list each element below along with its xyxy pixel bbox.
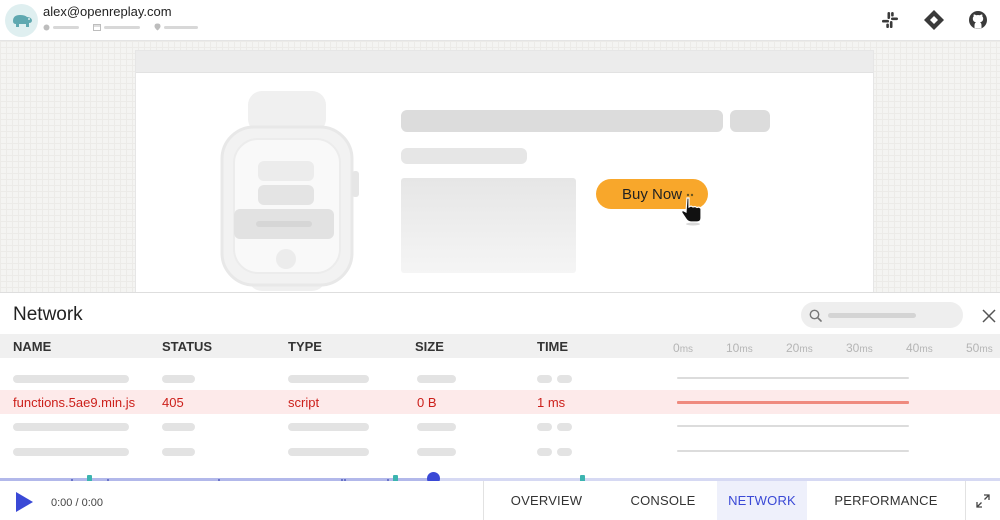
user-email: alex@openreplay.com xyxy=(43,4,172,19)
cell-placeholder xyxy=(13,448,129,456)
slack-icon xyxy=(882,12,898,28)
browser-icon xyxy=(43,24,50,30)
meta-placeholder xyxy=(104,25,140,29)
network-panel-title: Network xyxy=(13,304,83,325)
table-row-error[interactable]: functions.5ae9.min.js 405 script 0 B 1 m… xyxy=(0,390,1000,414)
fullscreen-button[interactable] xyxy=(965,481,1000,520)
tab-overview[interactable]: OVERVIEW xyxy=(484,481,609,520)
cell-placeholder xyxy=(162,423,195,431)
meta-placeholder xyxy=(164,25,198,29)
cell-placeholder xyxy=(417,448,456,456)
cell-placeholder xyxy=(288,375,369,383)
waterfall-bar xyxy=(677,377,909,379)
meta-placeholder xyxy=(53,25,79,29)
column-header-time[interactable]: TIME xyxy=(537,339,568,354)
cell-placeholder xyxy=(537,448,552,456)
cell-placeholder xyxy=(417,423,456,431)
integration-icons xyxy=(878,8,990,32)
meta-location xyxy=(154,23,198,31)
column-header-size[interactable]: SIZE xyxy=(415,339,444,354)
session-header: alex@openreplay.com xyxy=(0,0,1000,41)
session-replay-app: alex@openreplay.com Buy Now Network NAME… xyxy=(0,0,1000,520)
table-row[interactable] xyxy=(0,439,1000,463)
product-image-placeholder xyxy=(401,178,576,273)
github-icon xyxy=(969,11,987,29)
cell-placeholder xyxy=(537,423,552,431)
expand-icon xyxy=(976,493,990,508)
tab-network[interactable]: NETWORK xyxy=(717,481,807,520)
waterfall-tick: 30ms xyxy=(846,341,873,355)
play-icon xyxy=(16,492,33,512)
search-placeholder-bar xyxy=(828,312,916,318)
session-meta xyxy=(43,23,198,31)
waterfall-tick: 20ms xyxy=(786,341,813,355)
column-header-status[interactable]: STATUS xyxy=(162,339,212,354)
column-header-name[interactable]: NAME xyxy=(13,339,51,354)
product-badge-placeholder xyxy=(730,110,770,132)
request-type: script xyxy=(288,395,320,410)
network-search-input[interactable] xyxy=(801,302,963,328)
cell-placeholder xyxy=(537,375,552,383)
replay-page-frame: Buy Now xyxy=(135,50,874,300)
cell-placeholder xyxy=(557,375,572,383)
waterfall-bar xyxy=(677,450,909,452)
playback-time: 0:00 / 0:00 xyxy=(51,497,103,509)
location-pin-icon xyxy=(154,23,161,31)
replay-stage: Buy Now xyxy=(0,41,1000,300)
cell-placeholder xyxy=(13,375,129,383)
waterfall-tick: 10ms xyxy=(726,341,753,355)
close-icon[interactable] xyxy=(980,307,998,325)
network-panel: Network NAME STATUS TYPE SIZE TIME 0ms 1… xyxy=(0,292,1000,478)
column-header-type[interactable]: TYPE xyxy=(288,339,322,354)
table-row[interactable] xyxy=(0,414,1000,438)
waterfall-bar xyxy=(677,425,909,427)
network-table-header: NAME STATUS TYPE SIZE TIME 0ms 10ms 20ms… xyxy=(0,334,1000,358)
waterfall-bar-error xyxy=(677,401,909,404)
request-time: 1 ms xyxy=(537,395,566,410)
waterfall-tick: 40ms xyxy=(906,341,933,355)
page-topbar-placeholder xyxy=(136,51,873,73)
cell-placeholder xyxy=(13,423,129,431)
request-name: functions.5ae9.min.js xyxy=(13,395,136,410)
window-icon xyxy=(93,23,101,31)
smartwatch-illustration xyxy=(220,91,359,291)
jira-button[interactable] xyxy=(922,8,946,32)
slack-button[interactable] xyxy=(878,8,902,32)
cell-placeholder xyxy=(162,375,195,383)
cell-placeholder xyxy=(288,423,369,431)
cell-placeholder xyxy=(417,375,456,383)
request-size: 0 B xyxy=(417,395,437,410)
player-controls: 0:00 / 0:00 OVERVIEW CONSOLE NETWORK PER… xyxy=(0,481,1000,520)
meta-os xyxy=(93,23,140,31)
product-price-placeholder xyxy=(401,148,527,164)
meta-browser xyxy=(43,24,79,31)
click-cursor-icon xyxy=(681,193,702,226)
devtools-tabs: OVERVIEW CONSOLE NETWORK PERFORMANCE xyxy=(483,481,965,520)
request-status: 405 xyxy=(162,395,184,410)
hippo-icon xyxy=(12,14,32,27)
product-title-placeholder xyxy=(401,110,723,132)
cell-placeholder xyxy=(288,448,369,456)
jira-icon xyxy=(924,10,944,30)
waterfall-tick: 50ms xyxy=(966,341,993,355)
play-button[interactable] xyxy=(12,490,36,514)
cell-placeholder xyxy=(162,448,195,456)
avatar[interactable] xyxy=(5,4,38,37)
tab-console[interactable]: CONSOLE xyxy=(609,481,717,520)
search-icon xyxy=(809,309,822,322)
table-row[interactable] xyxy=(0,366,1000,390)
cell-placeholder xyxy=(557,448,572,456)
waterfall-tick: 0ms xyxy=(673,341,694,355)
github-button[interactable] xyxy=(966,8,990,32)
tab-performance[interactable]: PERFORMANCE xyxy=(807,481,965,520)
cell-placeholder xyxy=(557,423,572,431)
